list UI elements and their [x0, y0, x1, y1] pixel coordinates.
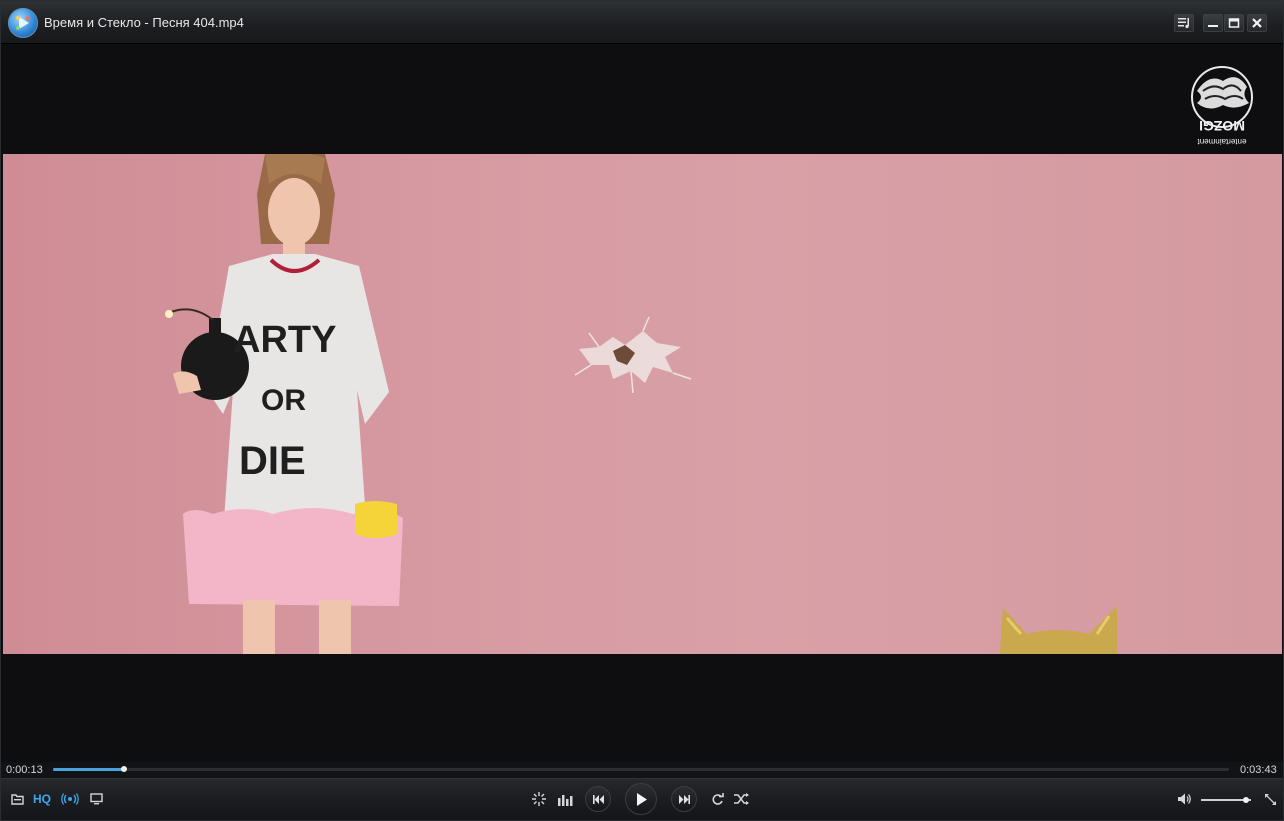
play-icon: [637, 792, 647, 806]
media-player-icon[interactable]: [8, 8, 38, 38]
next-icon: [678, 794, 690, 804]
close-icon: [1252, 18, 1262, 28]
close-button[interactable]: [1247, 14, 1267, 32]
maximize-icon: [1228, 18, 1240, 28]
seek-handle[interactable]: [120, 766, 127, 772]
playlist-button[interactable]: [1174, 14, 1194, 32]
playlist-icon: [1178, 18, 1189, 29]
title-bar[interactable]: Время и Стекло - Песня 404.mp4: [1, 1, 1283, 44]
person-figure: ARTY OR DIE: [165, 154, 403, 654]
shirt-text-line2: OR: [261, 384, 306, 417]
screen-icon: [89, 793, 103, 805]
fullscreen-button[interactable]: [1262, 791, 1278, 807]
equalizer-button[interactable]: [556, 791, 574, 807]
gold-cat-figure: [999, 606, 1117, 654]
mute-button[interactable]: [1177, 791, 1193, 807]
shirt-text-line1: ARTY: [233, 319, 336, 361]
window-title: Время и Стекло - Песня 404.mp4: [44, 15, 244, 30]
fullscreen-icon: [1264, 793, 1276, 805]
wall-crack: [574, 316, 692, 394]
minimize-button[interactable]: [1203, 14, 1223, 32]
effects-button[interactable]: [531, 791, 547, 807]
seek-bar[interactable]: [53, 766, 1229, 772]
elapsed-time: 0:00:13: [6, 764, 43, 776]
volume-handle[interactable]: [1243, 797, 1249, 803]
open-file-icon: [10, 794, 24, 805]
video-area[interactable]: MOZGI entertainment ARTY OR DIE: [3, 45, 1282, 762]
total-duration: 0:03:43: [1240, 764, 1277, 776]
broadcast-button[interactable]: [61, 791, 79, 807]
watermark-logo: MOZGI entertainment: [1191, 66, 1253, 146]
equalizer-icon: [558, 794, 573, 806]
seek-bar-fill: [53, 768, 124, 771]
svg-text:entertainment: entertainment: [1197, 137, 1247, 146]
open-file-button[interactable]: [10, 792, 24, 806]
progress-row: 0:00:13 0:03:43: [1, 762, 1283, 778]
video-frame: ARTY OR DIE: [3, 154, 1282, 654]
screen-button[interactable]: [88, 791, 104, 807]
volume-slider[interactable]: [1201, 797, 1251, 803]
repeat-button[interactable]: [709, 791, 725, 807]
effects-icon: [532, 792, 546, 806]
minimize-icon: [1208, 25, 1218, 27]
play-button[interactable]: [625, 783, 657, 815]
shuffle-button[interactable]: [733, 791, 751, 807]
shuffle-icon: [734, 793, 749, 805]
player-window: Время и Стекло - Песня 404.mp4 MOZGI ent…: [0, 0, 1284, 821]
hq-button[interactable]: HQ: [30, 791, 54, 807]
maximize-button[interactable]: [1224, 14, 1244, 32]
previous-button[interactable]: [585, 786, 611, 812]
next-button[interactable]: [671, 786, 697, 812]
svg-text:MOZGI: MOZGI: [1199, 118, 1245, 134]
previous-icon: [592, 794, 604, 804]
broadcast-icon: [61, 793, 79, 805]
control-bar: HQ: [1, 778, 1283, 820]
shirt-text-line3: DIE: [239, 439, 306, 483]
volume-icon: [1178, 793, 1191, 805]
repeat-icon: [711, 792, 724, 805]
